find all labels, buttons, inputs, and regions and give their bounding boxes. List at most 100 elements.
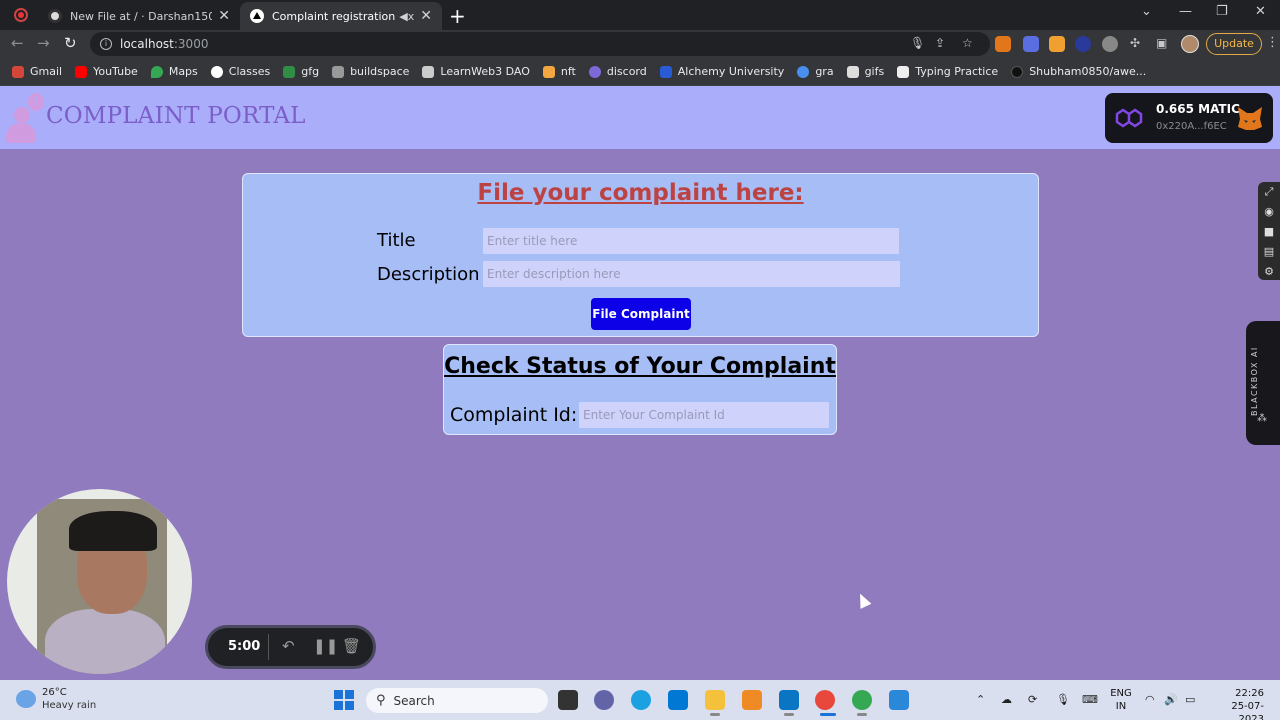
- bookmark-shubham[interactable]: Shubham0850/awe...: [1011, 65, 1146, 78]
- extensions-puzzle-icon[interactable]: ✣: [1130, 36, 1140, 50]
- minimize-icon[interactable]: —: [1179, 4, 1192, 19]
- bookmark-youtube[interactable]: YouTube: [75, 65, 138, 78]
- close-tab-icon[interactable]: ✕: [218, 8, 230, 24]
- vscode-icon[interactable]: [779, 690, 799, 710]
- complaint-id-input[interactable]: [579, 402, 829, 428]
- bookmark-gifs[interactable]: gifs: [846, 65, 885, 78]
- update-button[interactable]: Update: [1206, 33, 1262, 55]
- teams-chat-icon[interactable]: [594, 690, 614, 710]
- bookmark-star-icon[interactable]: ☆: [962, 36, 973, 50]
- vlc-icon[interactable]: [742, 690, 762, 710]
- new-tab-icon[interactable]: +: [449, 4, 466, 28]
- address-bar[interactable]: i localhost:3000: [90, 32, 990, 56]
- discord-icon: [588, 65, 601, 78]
- region-code: IN: [1115, 701, 1127, 712]
- sync-icon[interactable]: ⟳: [1028, 693, 1037, 706]
- bookmark-gra[interactable]: gra: [797, 65, 834, 78]
- tab-github[interactable]: New File at / · Darshan1506/Com ✕: [38, 2, 240, 30]
- trash-icon[interactable]: 🗑: [342, 637, 361, 655]
- edge-icon[interactable]: [631, 690, 651, 710]
- maps-icon: [150, 65, 163, 78]
- screen-recorder-toolbar: ⤢ ◉ ■ ▤ ⚙: [1258, 182, 1280, 280]
- bookmark-label: Shubham0850/awe...: [1029, 65, 1147, 78]
- bookmark-buildspace[interactable]: buildspace: [332, 65, 409, 78]
- metamask-extension-icon[interactable]: [995, 36, 1011, 52]
- browser-tab-bar: New File at / · Darshan1506/Com ✕ Compla…: [0, 0, 1280, 30]
- weather-cloud-icon[interactable]: [16, 690, 36, 708]
- bookmark-gmail[interactable]: Gmail: [12, 65, 62, 78]
- show-hidden-icons-icon[interactable]: ⌃: [976, 693, 985, 706]
- url-port: :3000: [173, 37, 209, 51]
- recording-indicator-icon: [14, 8, 28, 22]
- back-icon[interactable]: ←: [11, 34, 24, 52]
- alchemy-icon: [659, 65, 672, 78]
- undo-icon[interactable]: ↶: [282, 637, 295, 655]
- task-view-icon[interactable]: [558, 690, 578, 710]
- blackbox-ai-widget[interactable]: BLACKBOX AI ⁂: [1246, 321, 1280, 445]
- close-tab-icon[interactable]: ✕: [420, 8, 432, 24]
- extension-icon[interactable]: [1102, 36, 1118, 52]
- extension-icon[interactable]: [1075, 36, 1091, 52]
- brand-title[interactable]: COMPLAINT PORTAL: [46, 103, 306, 129]
- bookmark-nft[interactable]: nft: [542, 65, 576, 78]
- tab-title: New File at / · Darshan1506/Com: [70, 9, 213, 23]
- bookmark-label: gifs: [864, 65, 885, 78]
- description-input[interactable]: [483, 261, 900, 287]
- video-icon[interactable]: ■: [1258, 222, 1280, 242]
- bookmark-learnweb3[interactable]: LearnWeb3 DAO: [422, 65, 530, 78]
- onedrive-icon[interactable]: ☁: [1001, 693, 1012, 706]
- file-complaint-button[interactable]: File Complaint: [591, 298, 691, 330]
- check-status-card: Check Status of Your Complaint Complaint…: [443, 344, 837, 435]
- pause-icon[interactable]: ❚❚: [313, 637, 338, 655]
- taskbar-search[interactable]: ⚲ Search: [366, 688, 548, 713]
- google-icon: [210, 65, 223, 78]
- maximize-icon[interactable]: ❐: [1216, 4, 1228, 19]
- expand-icon[interactable]: ⤢: [1258, 182, 1280, 202]
- bookmark-maps[interactable]: Maps: [150, 65, 198, 78]
- bookmark-discord[interactable]: discord: [588, 65, 647, 78]
- photos-icon[interactable]: [889, 690, 909, 710]
- camera-icon[interactable]: ◉: [1258, 202, 1280, 222]
- wifi-icon[interactable]: ◠: [1145, 693, 1155, 706]
- title-input[interactable]: [483, 228, 899, 254]
- check-status-heading: Check Status of Your Complaint: [444, 354, 836, 379]
- profile-avatar[interactable]: [1181, 35, 1199, 53]
- close-window-icon[interactable]: ✕: [1255, 4, 1266, 19]
- bookmark-classes[interactable]: Classes: [210, 65, 270, 78]
- extension-icon[interactable]: [1023, 36, 1039, 52]
- file-explorer-icon[interactable]: [705, 690, 725, 710]
- store-icon[interactable]: [668, 690, 688, 710]
- bookmark-label: gra: [815, 65, 834, 78]
- wallet-connect-button[interactable]: 0.665 MATIC 0x220A...f6EC: [1105, 93, 1273, 143]
- side-panel-icon[interactable]: ▣: [1156, 36, 1167, 50]
- weather-description[interactable]: Heavy rain: [42, 700, 96, 711]
- speaker-muted-icon[interactable]: ◀x: [399, 10, 414, 23]
- bookmark-typing[interactable]: Typing Practice: [897, 65, 998, 78]
- microphone-icon[interactable]: 🎙: [910, 36, 925, 50]
- file-complaint-heading: File your complaint here:: [477, 180, 804, 206]
- tab-search-icon[interactable]: ⌄: [1141, 4, 1152, 19]
- chrome-profile-icon[interactable]: [852, 690, 872, 710]
- gallery-icon[interactable]: ▤: [1258, 242, 1280, 262]
- system-clock[interactable]: 22:26 25-07-2023: [1212, 687, 1264, 720]
- more-menu-icon[interactable]: ⋮: [1266, 35, 1279, 50]
- volume-icon[interactable]: 🔊: [1164, 693, 1178, 706]
- buildspace-icon: [332, 65, 345, 78]
- language-indicator[interactable]: ENG IN: [1110, 687, 1132, 713]
- bookmark-alchemy[interactable]: Alchemy University: [659, 65, 784, 78]
- tab-complaint-registration[interactable]: Complaint registration ◀x ✕: [240, 2, 442, 30]
- keyboard-icon[interactable]: ⌨: [1082, 693, 1098, 706]
- microphone-icon[interactable]: 🎙: [1056, 693, 1070, 706]
- forward-icon[interactable]: →: [37, 34, 50, 52]
- share-icon[interactable]: ⇪: [935, 36, 945, 50]
- windows-start-icon[interactable]: [334, 690, 354, 710]
- weather-temperature[interactable]: 26°C: [42, 687, 67, 698]
- gear-icon[interactable]: ⚙: [1258, 262, 1280, 282]
- battery-icon[interactable]: ▭: [1185, 693, 1195, 706]
- bookmark-gfg[interactable]: gfg: [283, 65, 319, 78]
- gmail-icon: [12, 65, 24, 78]
- chrome-icon[interactable]: [815, 690, 835, 710]
- reload-icon[interactable]: ↻: [64, 34, 77, 52]
- extension-icon[interactable]: [1049, 36, 1065, 52]
- site-info-icon[interactable]: i: [100, 38, 112, 50]
